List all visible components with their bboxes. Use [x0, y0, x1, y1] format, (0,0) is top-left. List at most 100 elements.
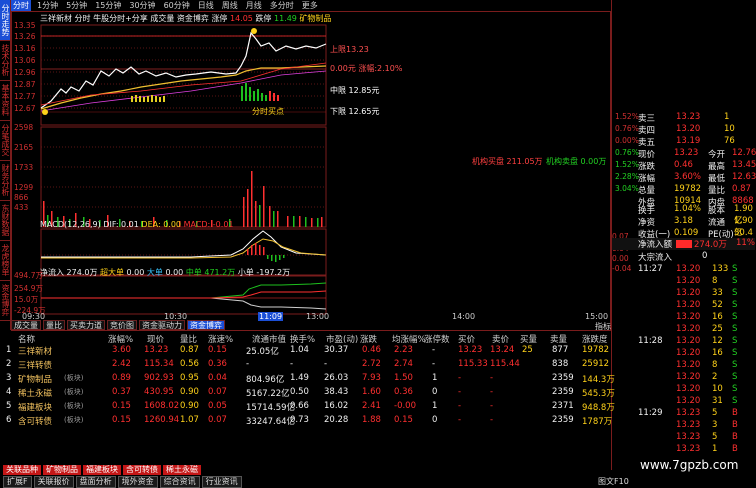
- table-row[interactable]: 6 含可转债 (板块) 0.15 1260.94 1.07 0.07 33247…: [0, 415, 612, 428]
- left-tab-fenshi[interactable]: 分时走势: [0, 0, 10, 41]
- tab-15min[interactable]: 15分钟: [93, 0, 123, 11]
- table-header-cell[interactable]: 买量: [520, 333, 537, 345]
- tab-fujian[interactable]: 福建板块: [83, 465, 121, 475]
- f10-button[interactable]: 图文F10: [598, 476, 629, 487]
- row-speed: 0.15: [208, 345, 227, 355]
- tick-volume: 10: [712, 384, 723, 394]
- row-name[interactable]: 三祥新材: [18, 345, 52, 357]
- row-change-pct: 0.37: [112, 387, 131, 397]
- tab-zijin-game[interactable]: 资金博弈: [187, 320, 225, 330]
- row-name[interactable]: 三祥转债: [18, 359, 52, 371]
- tab-related-quote[interactable]: 关联报价: [33, 476, 74, 488]
- tab-5min[interactable]: 5分钟: [64, 0, 89, 11]
- row-volume-ratio: 1.07: [180, 415, 199, 425]
- table-header-cell[interactable]: 换手%: [290, 333, 315, 345]
- tab-30min[interactable]: 30分钟: [127, 0, 157, 11]
- tick-row: 13.20 8 S: [612, 276, 755, 288]
- row-limit-count: -: [432, 359, 436, 369]
- flow-value: 274.0万: [66, 268, 98, 277]
- tab-maimai[interactable]: 买卖力道: [67, 320, 105, 330]
- tab-1min[interactable]: 1分钟: [35, 0, 60, 11]
- tab-jingjia[interactable]: 竞价图: [107, 320, 137, 330]
- row-name[interactable]: 含可转债: [18, 415, 52, 427]
- table-header-cell[interactable]: 名称: [18, 333, 35, 345]
- net-inflow-value: 274.0万: [694, 240, 727, 250]
- row-pe: 38.43: [324, 387, 349, 397]
- table-header-cell[interactable]: 涨速%: [208, 333, 233, 345]
- tab-related[interactable]: 关联品种: [3, 465, 41, 475]
- row-volume-ratio: 0.90: [180, 401, 199, 411]
- table-header-cell[interactable]: 量比: [180, 333, 197, 345]
- left-tab-finance[interactable]: 财务分析: [0, 160, 10, 201]
- tick-price: 13.20: [676, 348, 701, 358]
- table-header-cell[interactable]: 卖量: [550, 333, 567, 345]
- macd-label: MACD(12,26,9): [40, 220, 101, 229]
- quote-row: 换手 1.04% 股本 1.90亿: [612, 204, 755, 226]
- row-name[interactable]: 稀土永磁: [18, 387, 52, 399]
- tab-industry-news[interactable]: 行业资讯: [201, 476, 242, 488]
- row-name[interactable]: 矿物制品: [18, 373, 52, 385]
- tab-extend[interactable]: 扩展F: [3, 476, 32, 488]
- table-row[interactable]: 5 福建板块 (板块) 0.15 1608.02 0.90 0.05 15714…: [0, 401, 615, 414]
- tick-row: 13.20 25 S: [612, 324, 755, 336]
- zero-label: 0.00元 涨幅:2.10%: [330, 64, 403, 73]
- table-header-cell[interactable]: 现价: [147, 333, 164, 345]
- row-turnover: 1.04: [290, 345, 309, 355]
- tab-day[interactable]: 日线: [196, 0, 216, 11]
- tab-week[interactable]: 周线: [220, 0, 240, 11]
- table-header-cell[interactable]: 涨停数: [424, 333, 450, 345]
- table-header-cell[interactable]: 买价: [458, 333, 475, 345]
- left-tab-basic[interactable]: 基本资料: [0, 80, 10, 121]
- volume-axis-label: 2165: [14, 143, 34, 152]
- tick-direction: S: [732, 384, 738, 394]
- row-index: 1: [6, 345, 12, 355]
- left-tab-longhu[interactable]: 龙虎榜单: [0, 240, 10, 281]
- left-tab-tech[interactable]: 技术分析: [0, 40, 10, 81]
- table-header-cell[interactable]: 涨跌度: [582, 333, 608, 345]
- tab-more[interactable]: 更多: [300, 0, 320, 11]
- tab-rare-earth[interactable]: 稀土永磁: [163, 465, 201, 475]
- table-row[interactable]: 4 稀土永磁 (板块) 0.37 430.95 0.90 0.07 5167.2…: [0, 387, 615, 400]
- table-header-cell[interactable]: 涨跌: [360, 333, 377, 345]
- left-tab-dongcai[interactable]: 东财数据: [0, 200, 10, 241]
- table-row[interactable]: 1 三祥新材 3.60 13.23 0.87 0.15 25.05亿 1.04 …: [0, 345, 612, 358]
- tick-row: 13.20 16 S: [612, 348, 755, 360]
- sell-level-price: 13.19: [676, 136, 701, 146]
- tick-direction: B: [732, 408, 738, 418]
- tab-fenshi[interactable]: 分时: [11, 0, 31, 11]
- tab-zijin-drive[interactable]: 资金驱动力: [139, 320, 185, 330]
- tab-convertible[interactable]: 含可转债: [123, 465, 161, 475]
- flow-axis-label: 15.0万: [14, 295, 39, 304]
- tick-price: 13.20: [676, 384, 701, 394]
- table-header-cell[interactable]: 流通市值: [252, 333, 286, 345]
- table-header-cell[interactable]: 市盈(动): [326, 333, 358, 345]
- tick-row: 13.20 10 S: [612, 384, 755, 396]
- row-change: 1.88: [362, 415, 381, 425]
- tab-news[interactable]: 综合资讯: [159, 476, 200, 488]
- tab-multi[interactable]: 多分时: [268, 0, 296, 11]
- tab-volume[interactable]: 成交量: [11, 320, 41, 330]
- tick-volume: 5: [712, 432, 718, 442]
- left-tab-zijin[interactable]: 资金博弈: [0, 280, 10, 321]
- table-header-cell[interactable]: 卖价: [492, 333, 509, 345]
- table-row[interactable]: 3 矿物制品 (板块) 0.89 902.93 0.95 0.04 804.96…: [0, 373, 615, 386]
- site-watermark: www.7gpzb.com: [640, 458, 739, 472]
- quote-value: 19782: [674, 184, 702, 194]
- left-tab-trades[interactable]: 分笔成交: [0, 120, 10, 161]
- row-name[interactable]: 福建板块: [18, 401, 52, 413]
- price-red-bars: [269, 91, 279, 101]
- row-change: 0.46: [362, 345, 381, 355]
- tab-analysis[interactable]: 盘面分析: [75, 476, 116, 488]
- tab-mineral[interactable]: 矿物制品: [43, 465, 81, 475]
- tab-60min[interactable]: 60分钟: [162, 0, 192, 11]
- tab-liangbi[interactable]: 量比: [43, 320, 65, 330]
- row-change-degree: 2359: [552, 415, 574, 425]
- row-volume-ratio: 0.95: [180, 373, 199, 383]
- table-header-cell[interactable]: 涨幅%: [108, 333, 133, 345]
- tab-month[interactable]: 月线: [244, 0, 264, 11]
- tab-foreign[interactable]: 境外资金: [117, 476, 158, 488]
- tick-direction: S: [732, 324, 738, 334]
- table-row[interactable]: 2 三祥转债 2.42 115.34 0.56 0.36 - - - 2.72 …: [0, 359, 612, 372]
- table-header-cell[interactable]: 均涨幅%: [392, 333, 426, 345]
- tick-price: 13.20: [676, 324, 701, 334]
